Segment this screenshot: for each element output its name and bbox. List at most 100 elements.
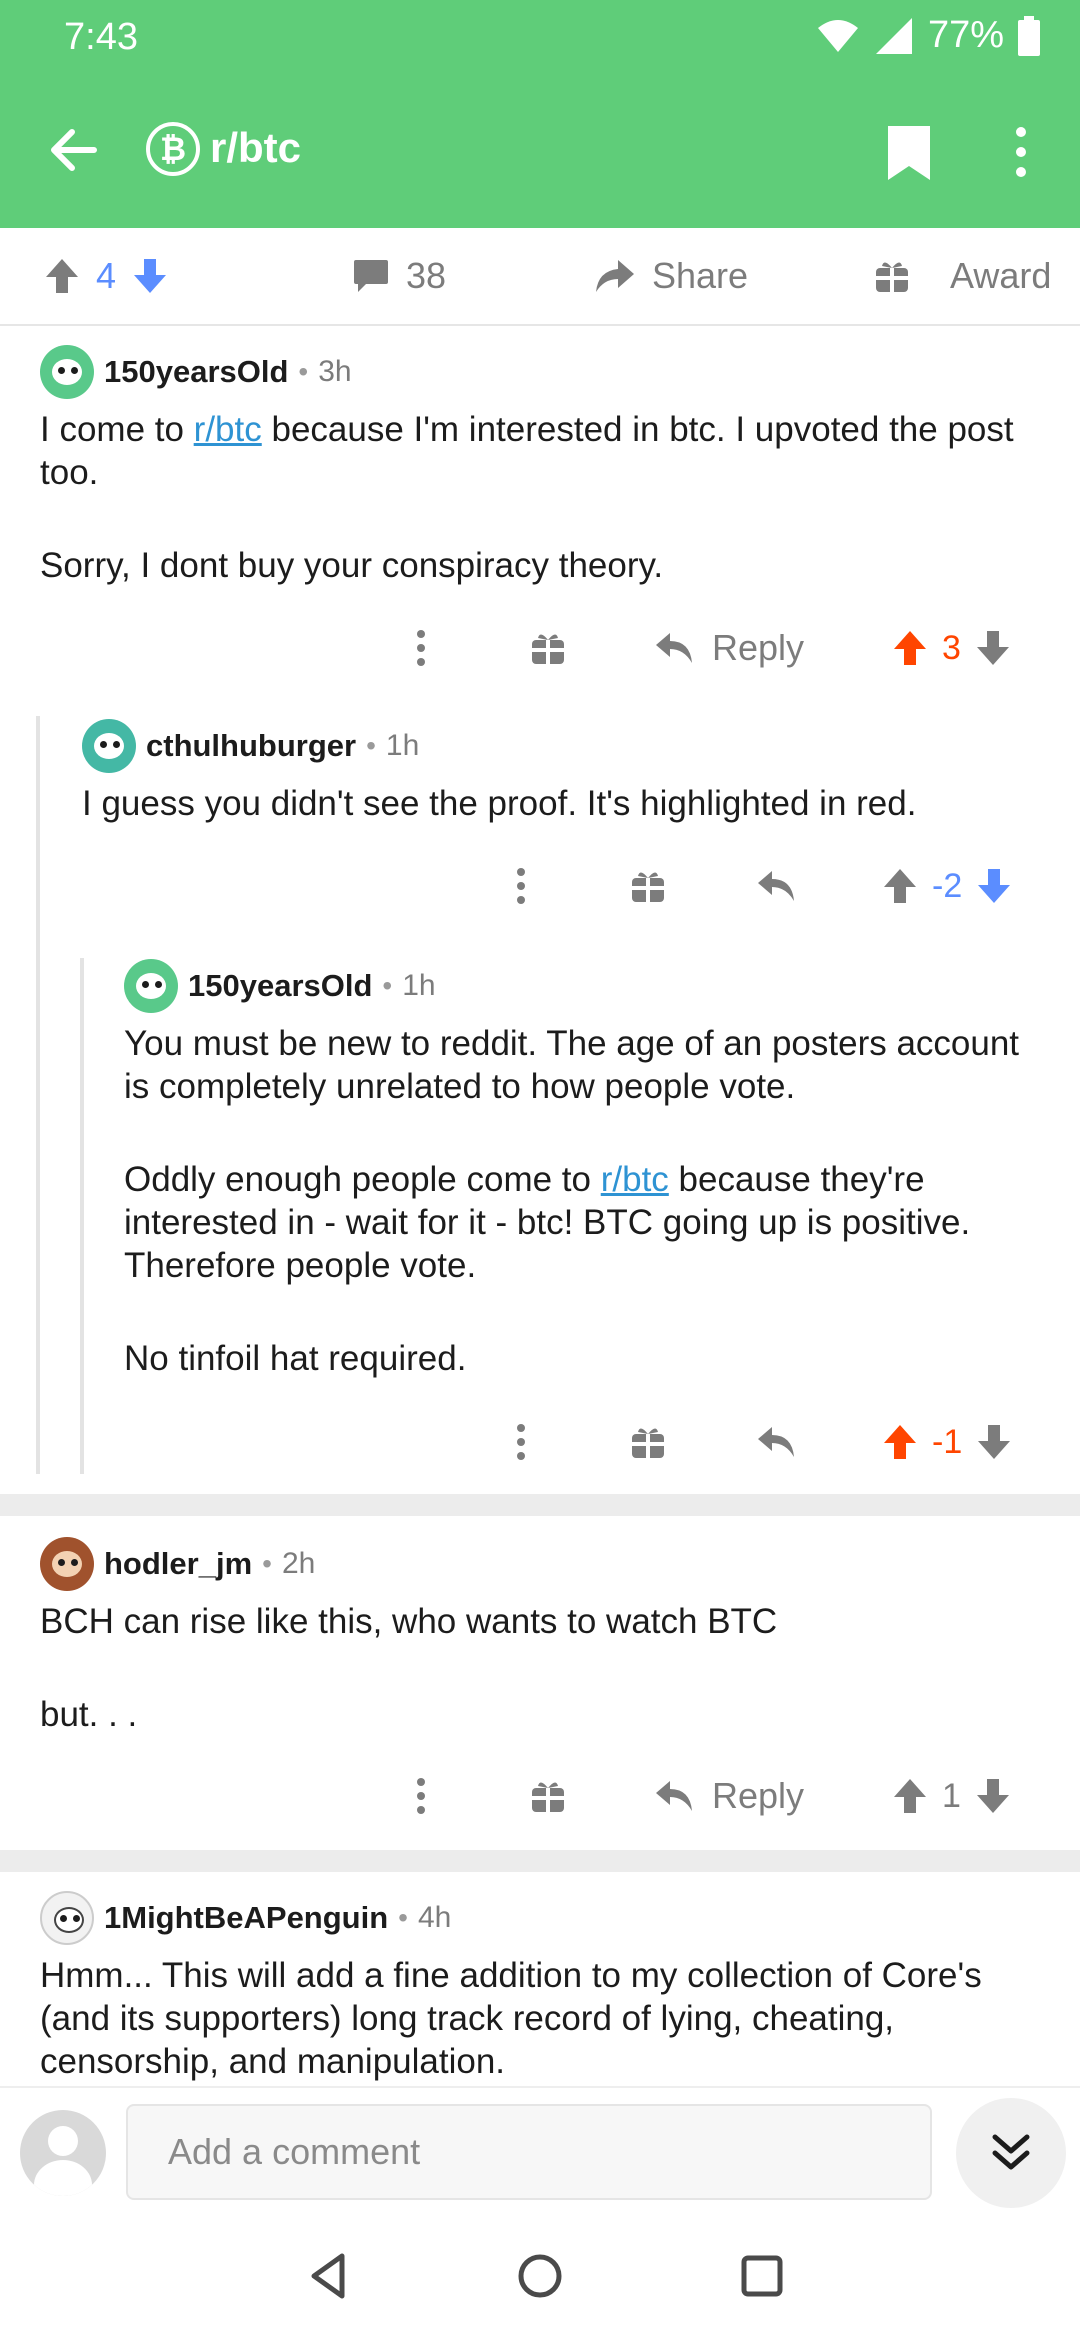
status-time: 7:43 <box>64 16 138 58</box>
comment-actions: Reply 1 <box>0 1766 1080 1826</box>
subreddit-link[interactable]: r/btc <box>601 1160 669 1199</box>
more-vertical-icon[interactable] <box>514 1412 528 1472</box>
comment-vote: -1 <box>882 1412 1012 1472</box>
comment: cthulhuburger • 1h I guess you didn't se… <box>82 718 1042 825</box>
subreddit-link[interactable]: r/btc <box>194 410 262 449</box>
comment-score: 3 <box>942 628 961 667</box>
avatar[interactable] <box>40 345 94 399</box>
downvote-icon[interactable] <box>976 1423 1012 1461</box>
separator-dot: • <box>298 356 309 387</box>
separator-dot: • <box>398 1902 408 1933</box>
award-icon[interactable] <box>630 856 666 916</box>
upvote-icon[interactable] <box>882 1423 918 1461</box>
post-vote: 4 <box>44 248 168 304</box>
comment-username[interactable]: 150yearsOld <box>104 354 288 390</box>
comment-header: cthulhuburger • 1h <box>82 718 1042 774</box>
comment-vote: 3 <box>892 618 1011 678</box>
separator-dot: • <box>382 970 393 1001</box>
separator-dot: • <box>262 1548 272 1579</box>
reply-icon <box>656 1781 692 1811</box>
comment-text: Oddly enough people come to <box>124 1160 601 1199</box>
comment-text: I come to <box>40 410 194 449</box>
comment-body: BCH can rise like this, who wants to wat… <box>40 1600 1040 1736</box>
comment: hodler_jm • 2h BCH can rise like this, w… <box>40 1536 1040 1736</box>
thread-line <box>36 716 40 1474</box>
nav-recents-icon[interactable] <box>732 2246 792 2306</box>
comment: 1MightBeAPenguin • 4h Hmm... This will a… <box>40 1890 1040 2083</box>
user-avatar[interactable] <box>20 2110 106 2196</box>
upvote-icon[interactable] <box>882 867 918 905</box>
award-button[interactable]: Award <box>874 248 1051 304</box>
avatar[interactable] <box>40 1537 94 1591</box>
avatar[interactable] <box>124 959 178 1013</box>
battery-percent: 77% <box>927 14 1004 56</box>
reply-icon[interactable] <box>756 1412 796 1472</box>
comment-time: 1h <box>385 729 420 762</box>
comment-time: 4h <box>417 1901 452 1934</box>
upvote-icon[interactable] <box>892 1777 928 1815</box>
subreddit-title[interactable]: r/btc <box>210 124 301 172</box>
reply-button[interactable]: Reply <box>654 1766 804 1826</box>
comment-actions: Reply 3 <box>0 618 1080 678</box>
nav-back-icon[interactable] <box>300 2246 360 2306</box>
reply-icon <box>656 633 692 663</box>
comment-username[interactable]: cthulhuburger <box>146 728 356 764</box>
comment: 150yearsOld • 3h I come to r/btc because… <box>40 344 1040 587</box>
more-vertical-icon[interactable] <box>414 1766 428 1826</box>
comment-time: 2h <box>281 1547 316 1580</box>
chevron-double-down-icon <box>992 2134 1030 2170</box>
award-icon[interactable] <box>530 618 566 678</box>
comment-actions: -1 <box>0 1412 1080 1472</box>
comment-text: No tinfoil hat required. <box>124 1339 467 1378</box>
comment-input[interactable] <box>126 2104 932 2200</box>
more-vertical-icon[interactable] <box>514 856 528 916</box>
comment-vote: 1 <box>892 1766 1011 1826</box>
comment-score: 1 <box>942 1776 961 1815</box>
comment-username[interactable]: hodler_jm <box>104 1546 252 1582</box>
separator-dot: • <box>366 730 376 761</box>
reply-icon[interactable] <box>756 856 796 916</box>
share-label: Share <box>652 255 749 296</box>
comment-text: BCH can rise like this, who wants to wat… <box>40 1602 778 1641</box>
award-icon[interactable] <box>530 1766 566 1826</box>
comment-text: You must be new to reddit. The age of an… <box>124 1024 1020 1106</box>
downvote-icon[interactable] <box>975 629 1011 667</box>
status-bar: 7:43 77% <box>0 0 1080 80</box>
next-comment-button[interactable] <box>956 2098 1066 2208</box>
comment-text: Hmm... This will add a fine addition to … <box>40 1956 982 2081</box>
comment-body: Hmm... This will add a fine addition to … <box>40 1954 1040 2083</box>
downvote-icon[interactable] <box>975 1777 1011 1815</box>
comment-icon <box>354 260 388 292</box>
comment-text: Sorry, I dont buy your conspiracy theory… <box>40 546 664 585</box>
back-arrow-icon[interactable] <box>44 120 104 180</box>
upvote-icon[interactable] <box>892 629 928 667</box>
comment-text: but. . . <box>40 1695 138 1734</box>
comment-actions: -2 <box>0 856 1080 916</box>
more-vertical-icon[interactable] <box>414 618 428 678</box>
nav-home-icon[interactable] <box>510 2246 570 2306</box>
comment-separator <box>0 1494 1080 1516</box>
avatar[interactable] <box>40 1891 94 1945</box>
upvote-icon[interactable] <box>44 257 80 295</box>
award-icon <box>876 262 908 292</box>
bookmark-icon[interactable] <box>884 124 934 182</box>
post-score: 4 <box>96 255 117 296</box>
comments-button[interactable]: 38 <box>352 248 446 304</box>
signal-icon <box>875 17 912 54</box>
comment-header: 150yearsOld • 3h <box>40 344 1040 400</box>
downvote-icon[interactable] <box>132 257 168 295</box>
more-vertical-icon[interactable] <box>1006 122 1036 182</box>
status-icons: 77% <box>816 14 1040 57</box>
comment-body: You must be new to reddit. The age of an… <box>124 1022 1040 1380</box>
downvote-icon[interactable] <box>976 867 1012 905</box>
app-bar: ₿ r/btc <box>0 100 1080 210</box>
reply-button[interactable]: Reply <box>654 618 804 678</box>
award-icon[interactable] <box>630 1412 666 1472</box>
comment-time: 3h <box>318 355 352 388</box>
share-button[interactable]: Share <box>594 248 748 304</box>
comment-username[interactable]: 150yearsOld <box>188 968 372 1004</box>
comment-username[interactable]: 1MightBeAPenguin <box>104 1900 388 1936</box>
thread-line <box>80 958 84 1474</box>
comment-score: -1 <box>932 1422 963 1461</box>
avatar[interactable] <box>82 719 136 773</box>
